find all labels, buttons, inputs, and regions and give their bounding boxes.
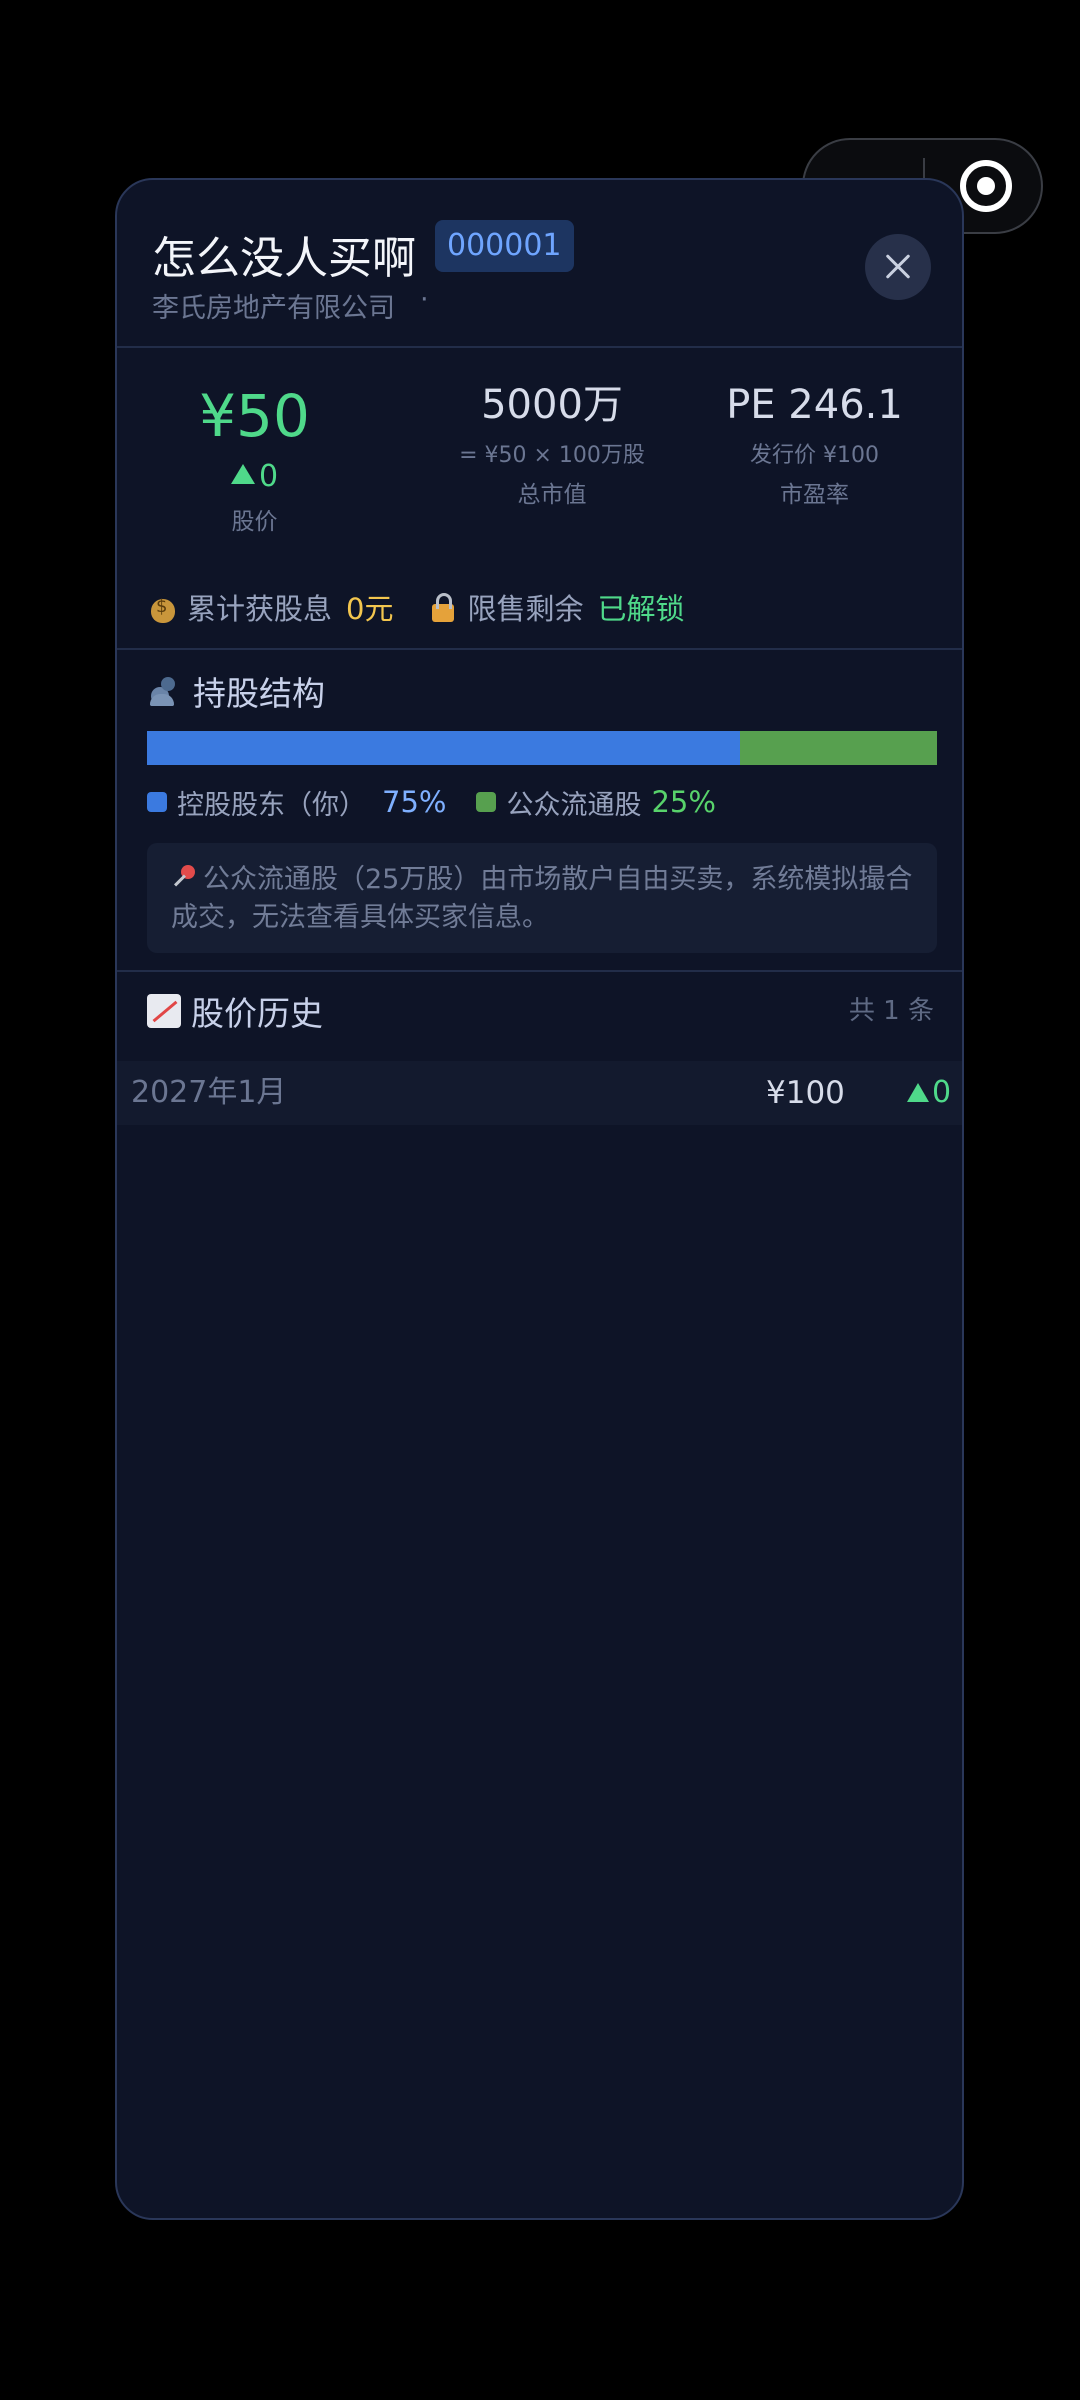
up-arrow-icon <box>907 1083 929 1102</box>
pe-stat: PE 246.1 发行价 ¥100 市盈率 <box>687 383 942 509</box>
dividend-label: 累计获股息 <box>187 592 333 626</box>
money-bag-icon <box>147 591 179 623</box>
lock-label: 限售剩余 <box>467 592 584 626</box>
history-section-title: 股价历史 <box>147 987 323 1035</box>
people-icon <box>147 674 183 708</box>
divider <box>117 648 962 650</box>
public-segment <box>739 731 937 765</box>
issue-price: 发行价 ¥100 <box>750 443 879 468</box>
history-date: 2027年1月 <box>131 1075 287 1110</box>
price-stat: ¥50 0 股价 <box>167 382 342 536</box>
up-arrow-icon <box>230 463 255 484</box>
market-cap-value: 5000万 <box>481 382 623 428</box>
company-separator: · <box>420 284 429 315</box>
holding-section-title: 持股结构 <box>147 667 325 715</box>
market-cap-label: 总市值 <box>517 482 587 508</box>
target-icon[interactable] <box>960 160 1012 212</box>
dividend-value: 0元 <box>346 592 394 626</box>
public-swatch <box>476 792 497 812</box>
dividend-row: 累计获股息 0元 限售剩余 已解锁 <box>147 582 685 632</box>
price-label: 股价 <box>231 508 278 535</box>
history-price: ¥100 <box>766 1075 845 1111</box>
history-count: 共 1 条 <box>848 996 934 1026</box>
lock-icon <box>429 591 457 623</box>
stock-price: ¥50 <box>199 382 310 450</box>
controller-label: 控股股东（你） <box>177 789 366 821</box>
lock-status: 已解锁 <box>597 592 685 626</box>
controller-pct: 75% <box>382 785 447 819</box>
stock-detail-panel: 怎么没人买啊 000001 李氏房地产有限公司 · ¥50 0 股价 5000万… <box>115 178 964 2220</box>
panel-header: 怎么没人买啊 000001 李氏房地产有限公司 · <box>117 180 962 348</box>
public-label: 公众流通股 <box>506 789 642 821</box>
holding-note-text: 公众流通股（25万股）由市场散户自由买卖，系统模拟撮合成交，无法查看具体买家信息… <box>171 864 913 933</box>
pe-label: 市盈率 <box>780 482 849 508</box>
divider <box>117 970 962 972</box>
market-cap-formula: = ¥50 × 100万股 <box>459 443 645 468</box>
market-cap-stat: 5000万 = ¥50 × 100万股 总市值 <box>432 383 672 509</box>
public-pct: 25% <box>651 785 716 819</box>
holding-note: 公众流通股（25万股）由市场散户自由买卖，系统模拟撮合成交，无法查看具体买家信息… <box>147 843 937 953</box>
holding-legend: 控股股东（你） 75% 公众流通股 25% <box>147 782 716 822</box>
controller-swatch <box>147 792 167 812</box>
controller-segment <box>147 731 740 765</box>
stock-name: 怎么没人买啊 <box>152 233 416 284</box>
stock-code-badge: 000001 <box>435 220 574 272</box>
pin-icon <box>171 864 197 890</box>
pe-value: PE 246.1 <box>726 382 903 428</box>
history-row[interactable]: 2027年1月 ¥100 0 <box>117 1061 962 1125</box>
close-icon[interactable] <box>865 234 931 300</box>
price-change: 0 <box>167 459 342 494</box>
company-name: 李氏房地产有限公司 <box>152 293 395 324</box>
chart-up-icon <box>147 994 181 1028</box>
history-change: 0 <box>907 1061 951 1125</box>
holding-bar <box>147 731 937 765</box>
